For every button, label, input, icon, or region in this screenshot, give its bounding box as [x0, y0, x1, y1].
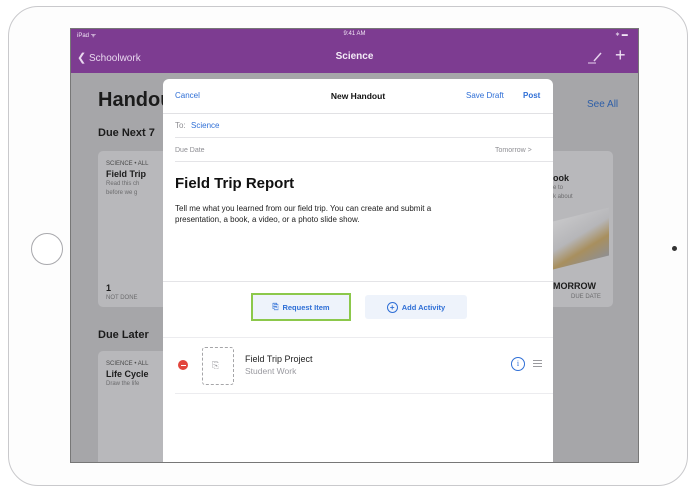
handout-body-field[interactable]: Tell me what you learned from our field … — [175, 203, 465, 225]
handouts-background: Handouts See All Due Next 7 SCIENCE • AL… — [71, 73, 638, 462]
card-desc-line: before we g — [106, 190, 138, 196]
tray-icon: ⎘ — [212, 360, 220, 370]
add-activity-label: Add Activity — [401, 302, 446, 312]
plus-circle-icon: + — [386, 301, 398, 313]
request-item-label: Request Item — [282, 302, 330, 312]
info-icon[interactable]: i — [511, 357, 525, 371]
due-date-value[interactable]: Tomorrow > — [495, 147, 532, 154]
to-row[interactable] — [175, 113, 553, 138]
card-title: ook — [553, 173, 570, 183]
tray-icon: ⎘ — [272, 302, 279, 311]
see-all-link[interactable]: See All — [587, 99, 618, 110]
card-desc-line: k about — [553, 194, 573, 200]
card-subject: SCIENCE • ALL — [106, 161, 149, 167]
card-desc-line: e to — [553, 185, 564, 191]
delete-item-icon[interactable] — [178, 360, 188, 370]
front-camera — [672, 246, 677, 251]
home-button[interactable] — [31, 233, 63, 265]
item-thumbnail: ⎘ — [202, 347, 234, 385]
save-draft-button[interactable]: Save Draft — [466, 91, 504, 100]
activity-subtitle: Student Work — [245, 366, 297, 376]
due-next-heading: Due Next 7 — [98, 127, 155, 139]
divider — [163, 281, 553, 282]
to-recipient[interactable]: Science — [191, 121, 219, 130]
ipad-screen: iPad ᯤ 9:41 AM ∗ ▬ ❮ Schoolwork Science … — [70, 28, 639, 463]
due-later-heading: Due Later — [98, 329, 149, 341]
card-status: NOT DONE — [106, 295, 138, 301]
add-icon[interactable]: + — [615, 46, 626, 64]
app-bar: iPad ᯤ 9:41 AM ∗ ▬ ❮ Schoolwork Science … — [71, 29, 638, 73]
card-title: Field Trip — [106, 169, 147, 179]
card-desc-line: Draw the life — [106, 381, 140, 387]
to-label: To: — [175, 121, 186, 130]
activity-title: Field Trip Project — [245, 354, 313, 364]
add-activity-button[interactable]: + Add Activity — [365, 295, 467, 319]
card-title: Life Cycle — [106, 369, 149, 379]
reorder-handle-icon[interactable] — [533, 360, 542, 369]
card-subject: SCIENCE • ALL — [106, 361, 149, 367]
request-item-button[interactable]: ⎘ Request Item — [251, 293, 351, 321]
modal-header: Cancel New Handout Save Draft Post — [163, 79, 553, 114]
divider — [175, 393, 553, 394]
new-handout-modal: Cancel New Handout Save Draft Post To: S… — [163, 79, 553, 462]
divider — [163, 337, 553, 338]
card-count: 1 — [106, 283, 112, 293]
status-battery: ∗ ▬ — [615, 32, 628, 38]
handout-title-field[interactable]: Field Trip Report — [175, 175, 294, 192]
app-title: Science — [335, 51, 374, 62]
compose-icon[interactable] — [587, 51, 603, 65]
due-date-label: Due Date — [175, 147, 205, 154]
card-desc-line: Read this ch — [106, 181, 140, 187]
card-due: MORROW — [553, 281, 596, 291]
status-time: 9:41 AM — [343, 31, 366, 37]
book-cover-image — [549, 207, 609, 271]
card-due-label: DUE DATE — [571, 294, 601, 300]
post-button[interactable]: Post — [523, 91, 540, 100]
